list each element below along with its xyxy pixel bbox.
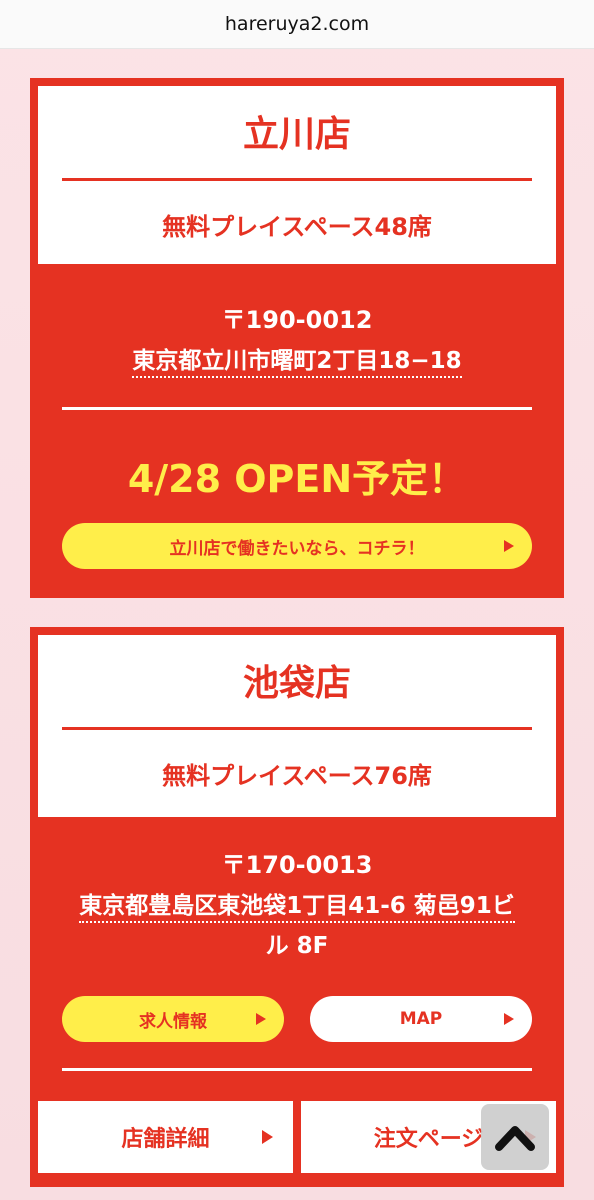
open-notice: 4/28 OPEN予定！ — [127, 457, 467, 501]
store-title: 立川店 — [242, 114, 351, 155]
play-space-seats: 無料プレイスペース48席 — [162, 213, 432, 241]
divider — [62, 407, 532, 410]
postal-code: 〒190-0012 — [221, 306, 373, 334]
browser-url-bar[interactable]: hareruya2.com — [0, 0, 594, 49]
divider — [62, 178, 532, 181]
recruit-button-label: 立川店で働きたいなら、コチラ！ — [169, 538, 425, 559]
address-line2: ル 8F — [265, 933, 329, 959]
store-card-ikebukuro: 池袋店 無料プレイスペース76席 〒170-0013 東京都豊島区東池袋1丁目4… — [30, 627, 564, 1187]
triangle-right-icon — [256, 1013, 266, 1025]
play-space-seats: 無料プレイスペース76席 — [162, 762, 432, 790]
triangle-right-icon — [262, 1130, 273, 1144]
store-header: 立川店 無料プレイスペース48席 — [38, 86, 556, 264]
divider — [62, 1068, 532, 1071]
map-button[interactable]: MAP — [310, 996, 532, 1042]
postal-code: 〒170-0013 — [221, 851, 373, 879]
address: 東京都立川市曙町2丁目18−18 — [62, 341, 532, 381]
address-link[interactable]: 東京都豊島区東池袋1丁目41-6 菊邑91ビ — [79, 893, 515, 923]
triangle-right-icon — [504, 1013, 514, 1025]
store-details-button[interactable]: 店舗詳細 — [38, 1101, 293, 1173]
store-card-tachikawa: 立川店 無料プレイスペース48席 〒190-0012 東京都立川市曙町2丁目18… — [30, 78, 564, 598]
store-link-row: 店舗詳細 注文ページ — [38, 1101, 556, 1173]
jobs-button[interactable]: 求人情報 — [62, 996, 284, 1042]
store-details-label: 店舗詳細 — [121, 1127, 210, 1152]
store-title: 池袋店 — [242, 663, 351, 704]
map-button-label: MAP — [399, 1009, 443, 1029]
address: 東京都豊島区東池袋1丁目41-6 菊邑91ビ ル 8F — [62, 886, 532, 966]
store-header: 池袋店 無料プレイスペース76席 — [38, 635, 556, 817]
store-body: 〒170-0013 東京都豊島区東池袋1丁目41-6 菊邑91ビ ル 8F 求人… — [38, 845, 556, 1071]
chevron-up-icon — [495, 1126, 535, 1151]
address-link[interactable]: 東京都立川市曙町2丁目18−18 — [132, 348, 462, 378]
jobs-button-label: 求人情報 — [139, 1011, 207, 1032]
url-text: hareruya2.com — [224, 13, 370, 35]
scroll-to-top-button[interactable] — [481, 1104, 549, 1170]
divider — [62, 727, 532, 730]
store-body: 〒190-0012 東京都立川市曙町2丁目18−18 4/28 OPEN予定！ … — [38, 300, 556, 569]
order-page-label: 注文ページ — [373, 1127, 484, 1152]
triangle-right-icon — [504, 540, 514, 552]
recruit-button[interactable]: 立川店で働きたいなら、コチラ！ — [62, 523, 532, 569]
store-button-row: 求人情報 MAP — [62, 996, 532, 1042]
